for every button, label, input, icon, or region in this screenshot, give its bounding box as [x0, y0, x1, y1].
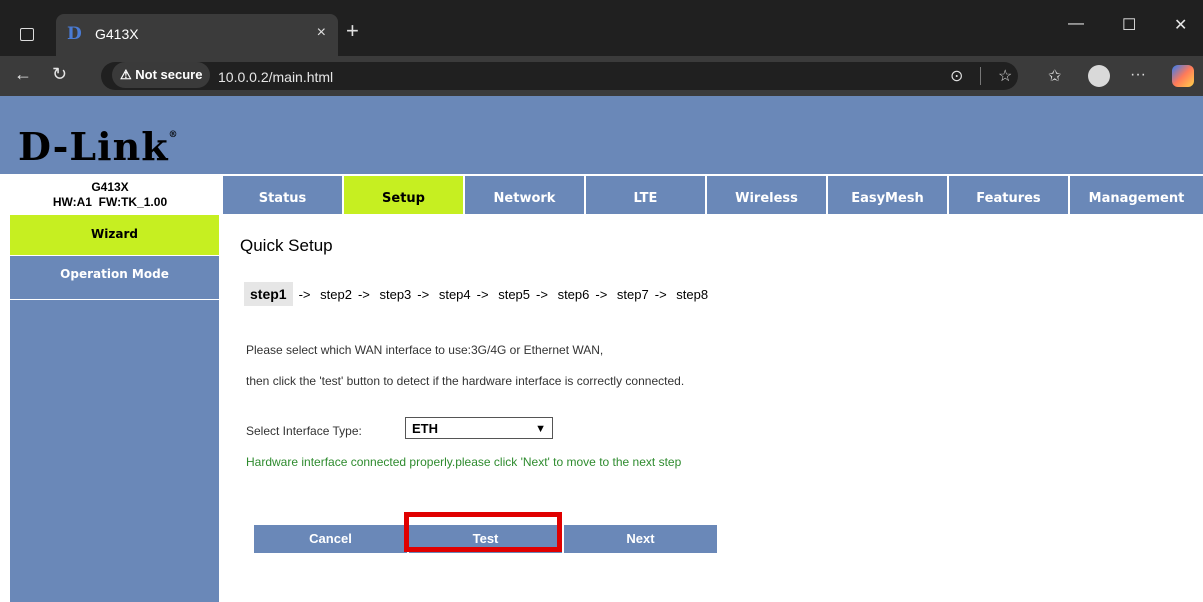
favorite-star-icon[interactable]: ☆: [998, 66, 1012, 86]
profile-avatar[interactable]: [1088, 65, 1110, 87]
router-page: D-Link® G413X HW:A1 FW:TK_1.00 Status Se…: [0, 96, 1203, 602]
header-banner: D-Link®: [0, 96, 1203, 174]
step-arrow: ->: [417, 287, 430, 302]
interface-type-select[interactable]: ETH ▼: [405, 417, 553, 439]
browser-address-bar: ← ↻ ⚠ Not secure 10.0.0.2/main.html ⊙ ☆ …: [0, 56, 1203, 96]
interface-type-value: ETH: [412, 421, 438, 436]
step-3: step3: [379, 287, 412, 302]
status-message: Hardware interface connected properly.pl…: [246, 455, 682, 469]
step-arrow: ->: [476, 287, 489, 302]
step-arrow: ->: [654, 287, 667, 302]
chevron-down-icon: ▼: [535, 423, 546, 435]
step-indicator: step1 -> step2 -> step3 -> step4 -> step5 -> …: [244, 282, 714, 306]
step-1: step1: [244, 282, 293, 306]
description-line-1: Please select which WAN interface to use…: [246, 343, 604, 357]
dlink-logo: D-Link®: [18, 124, 179, 169]
tab-lte[interactable]: LTE: [585, 176, 705, 214]
tab-title: G413X: [95, 26, 139, 42]
step-4: step4: [438, 287, 471, 302]
browser-tab[interactable]: D G413X ×: [56, 14, 338, 56]
tab-network[interactable]: Network: [464, 176, 584, 214]
url-text[interactable]: 10.0.0.2/main.html: [218, 69, 333, 85]
step-arrow: ->: [298, 287, 311, 302]
more-info-icon[interactable]: ⊙: [950, 66, 963, 86]
step-2: step2: [320, 287, 352, 302]
step-7: step7: [616, 287, 649, 302]
refresh-icon[interactable]: ↻: [52, 64, 67, 85]
minimize-icon[interactable]: —: [1068, 15, 1084, 33]
top-nav: Status Setup Network LTE Wireless EasyMe…: [222, 176, 1203, 214]
maximize-icon[interactable]: ☐: [1122, 15, 1136, 35]
tab-easymesh[interactable]: EasyMesh: [827, 176, 947, 214]
new-tab-icon[interactable]: +: [346, 18, 359, 44]
tab-features[interactable]: Features: [948, 176, 1068, 214]
not-secure-badge[interactable]: ⚠ Not secure: [112, 62, 211, 88]
browser-tab-bar: D G413X × + — ☐ ✕: [0, 0, 1203, 56]
hw-version: HW:A1: [52, 195, 92, 209]
description-line-2: then click the 'test' button to detect i…: [246, 374, 685, 388]
not-secure-label: Not secure: [135, 67, 203, 82]
tab-status[interactable]: Status: [222, 176, 342, 214]
step-arrow: ->: [357, 287, 370, 302]
page-title: Quick Setup: [240, 236, 333, 255]
sidebar-item-operation-mode[interactable]: Operation Mode: [10, 257, 219, 300]
tab-management[interactable]: Management: [1069, 176, 1203, 214]
device-info: G413X HW:A1 FW:TK_1.00: [10, 174, 210, 214]
sidebar-item-wizard[interactable]: Wizard: [10, 215, 219, 256]
tab-actions-icon[interactable]: [20, 28, 34, 41]
next-button[interactable]: Next: [564, 525, 717, 553]
step-8: step8: [676, 287, 709, 302]
more-menu-icon[interactable]: ···: [1130, 66, 1146, 84]
step-5: step5: [498, 287, 531, 302]
test-button-highlight: [404, 512, 562, 552]
device-version: HW:A1 FW:TK_1.00: [10, 195, 210, 210]
copilot-icon[interactable]: [1172, 65, 1194, 87]
registered-mark: ®: [168, 130, 179, 140]
back-icon[interactable]: ←: [14, 64, 32, 85]
cancel-button[interactable]: Cancel: [254, 525, 407, 553]
tab-wireless[interactable]: Wireless: [706, 176, 826, 214]
main-content: Quick Setup step1 -> step2 -> step3 -> step…: [222, 214, 1202, 602]
step-arrow: ->: [536, 287, 548, 302]
logo-text: D-Link: [18, 124, 169, 169]
fw-version: FW:TK_1.00: [98, 195, 168, 209]
step-6: step6: [557, 287, 590, 302]
tab-setup[interactable]: Setup: [343, 176, 463, 214]
dlink-favicon-icon: D: [67, 24, 82, 44]
close-window-icon[interactable]: ✕: [1174, 15, 1187, 35]
favorites-list-icon[interactable]: ✩: [1048, 66, 1061, 86]
device-model: G413X: [91, 180, 129, 194]
close-tab-icon[interactable]: ×: [317, 24, 326, 42]
step-arrow: ->: [595, 287, 608, 302]
interface-type-label: Select Interface Type:: [246, 424, 362, 438]
toolbar-divider: [980, 67, 981, 85]
sidebar: Wizard Operation Mode: [10, 215, 219, 602]
